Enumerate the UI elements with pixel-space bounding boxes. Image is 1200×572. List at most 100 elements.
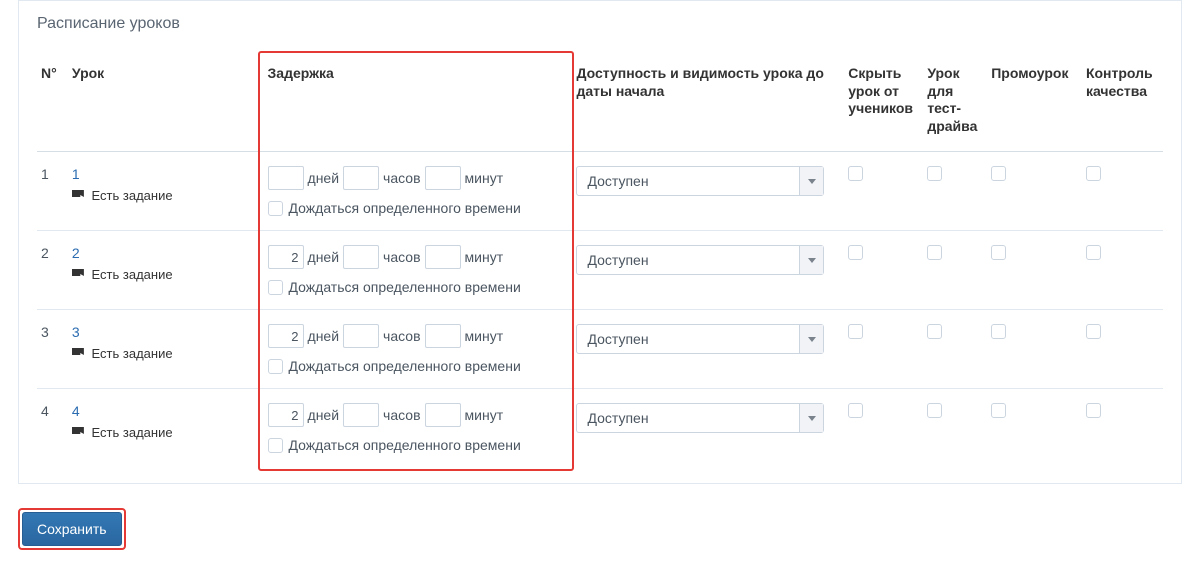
- table-body: 1 1 Есть задание дней часов минут Дождат…: [37, 152, 1163, 468]
- minutes-input[interactable]: [425, 324, 461, 348]
- cell-hide: [844, 231, 923, 310]
- select-toggle[interactable]: [799, 246, 823, 274]
- cell-promo: [987, 310, 1082, 389]
- cell-promo: [987, 389, 1082, 468]
- testdrive-checkbox[interactable]: [927, 166, 942, 181]
- availability-value: Доступен: [577, 246, 799, 274]
- availability-value: Доступен: [577, 404, 799, 432]
- col-header-promo: Промоурок: [987, 55, 1082, 152]
- quality-checkbox[interactable]: [1086, 324, 1101, 339]
- days-label: дней: [308, 328, 340, 344]
- cell-testdrive: [923, 231, 987, 310]
- cell-quality: [1082, 389, 1163, 468]
- wait-time-checkbox[interactable]: [268, 359, 283, 374]
- flag-icon: [72, 269, 84, 279]
- minutes-input[interactable]: [425, 403, 461, 427]
- availability-select[interactable]: Доступен: [576, 324, 824, 354]
- lesson-link[interactable]: 2: [72, 245, 80, 261]
- cell-delay: дней часов минут Дождаться определенного…: [264, 231, 573, 310]
- col-header-availability: Доступность и видимость урока до даты на…: [572, 55, 844, 152]
- wait-time-label: Дождаться определенного времени: [289, 358, 521, 374]
- cell-hide: [844, 152, 923, 231]
- hide-checkbox[interactable]: [848, 403, 863, 418]
- cell-quality: [1082, 310, 1163, 389]
- lesson-link[interactable]: 4: [72, 403, 80, 419]
- days-input[interactable]: [268, 324, 304, 348]
- cell-promo: [987, 152, 1082, 231]
- cell-testdrive: [923, 310, 987, 389]
- has-task-row: Есть задание: [72, 346, 256, 361]
- panel-body: N° Урок Задержка Доступность и видимость…: [19, 49, 1181, 483]
- promo-checkbox[interactable]: [991, 324, 1006, 339]
- quality-checkbox[interactable]: [1086, 403, 1101, 418]
- cell-lesson: 1 Есть задание: [68, 152, 264, 231]
- save-button[interactable]: Сохранить: [22, 512, 122, 546]
- cell-lesson: 3 Есть задание: [68, 310, 264, 389]
- availability-select[interactable]: Доступен: [576, 245, 824, 275]
- wait-time-label: Дождаться определенного времени: [289, 437, 521, 453]
- availability-select[interactable]: Доступен: [576, 166, 824, 196]
- availability-value: Доступен: [577, 325, 799, 353]
- cell-quality: [1082, 152, 1163, 231]
- hours-label: часов: [383, 170, 420, 186]
- hours-label: часов: [383, 328, 420, 344]
- wait-time-checkbox[interactable]: [268, 201, 283, 216]
- minutes-input[interactable]: [425, 245, 461, 269]
- hours-input[interactable]: [343, 403, 379, 427]
- promo-checkbox[interactable]: [991, 166, 1006, 181]
- days-label: дней: [308, 170, 340, 186]
- cell-num: 3: [37, 310, 68, 389]
- lesson-link[interactable]: 1: [72, 166, 80, 182]
- hours-input[interactable]: [343, 166, 379, 190]
- testdrive-checkbox[interactable]: [927, 324, 942, 339]
- quality-checkbox[interactable]: [1086, 245, 1101, 260]
- cell-num: 4: [37, 389, 68, 468]
- wait-time-label: Дождаться определенного времени: [289, 279, 521, 295]
- wait-time-label: Дождаться определенного времени: [289, 200, 521, 216]
- promo-checkbox[interactable]: [991, 403, 1006, 418]
- minutes-label: минут: [465, 407, 504, 423]
- has-task-row: Есть задание: [72, 188, 256, 203]
- cell-testdrive: [923, 389, 987, 468]
- has-task-label: Есть задание: [92, 425, 173, 440]
- availability-select[interactable]: Доступен: [576, 403, 824, 433]
- minutes-label: минут: [465, 328, 504, 344]
- table-row: 1 1 Есть задание дней часов минут Дождат…: [37, 152, 1163, 231]
- cell-delay: дней часов минут Дождаться определенного…: [264, 310, 573, 389]
- select-toggle[interactable]: [799, 167, 823, 195]
- hide-checkbox[interactable]: [848, 245, 863, 260]
- promo-checkbox[interactable]: [991, 245, 1006, 260]
- table-row: 3 3 Есть задание дней часов минут Дождат…: [37, 310, 1163, 389]
- testdrive-checkbox[interactable]: [927, 245, 942, 260]
- select-toggle[interactable]: [799, 325, 823, 353]
- days-input[interactable]: [268, 245, 304, 269]
- quality-checkbox[interactable]: [1086, 166, 1101, 181]
- minutes-input[interactable]: [425, 166, 461, 190]
- hours-input[interactable]: [343, 324, 379, 348]
- cell-num: 1: [37, 152, 68, 231]
- days-label: дней: [308, 249, 340, 265]
- chevron-down-icon: [808, 179, 816, 184]
- hide-checkbox[interactable]: [848, 166, 863, 181]
- cell-availability: Доступен: [572, 231, 844, 310]
- cell-promo: [987, 231, 1082, 310]
- chevron-down-icon: [808, 416, 816, 421]
- wait-time-checkbox[interactable]: [268, 438, 283, 453]
- cell-hide: [844, 389, 923, 468]
- cell-quality: [1082, 231, 1163, 310]
- testdrive-checkbox[interactable]: [927, 403, 942, 418]
- cell-availability: Доступен: [572, 389, 844, 468]
- cell-availability: Доступен: [572, 152, 844, 231]
- days-input[interactable]: [268, 403, 304, 427]
- table-row: 2 2 Есть задание дней часов минут Дождат…: [37, 231, 1163, 310]
- lesson-link[interactable]: 3: [72, 324, 80, 340]
- wait-time-checkbox[interactable]: [268, 280, 283, 295]
- availability-value: Доступен: [577, 167, 799, 195]
- hide-checkbox[interactable]: [848, 324, 863, 339]
- cell-lesson: 4 Есть задание: [68, 389, 264, 468]
- hours-input[interactable]: [343, 245, 379, 269]
- days-input[interactable]: [268, 166, 304, 190]
- cell-num: 2: [37, 231, 68, 310]
- select-toggle[interactable]: [799, 404, 823, 432]
- table-row: 4 4 Есть задание дней часов минут Дождат…: [37, 389, 1163, 468]
